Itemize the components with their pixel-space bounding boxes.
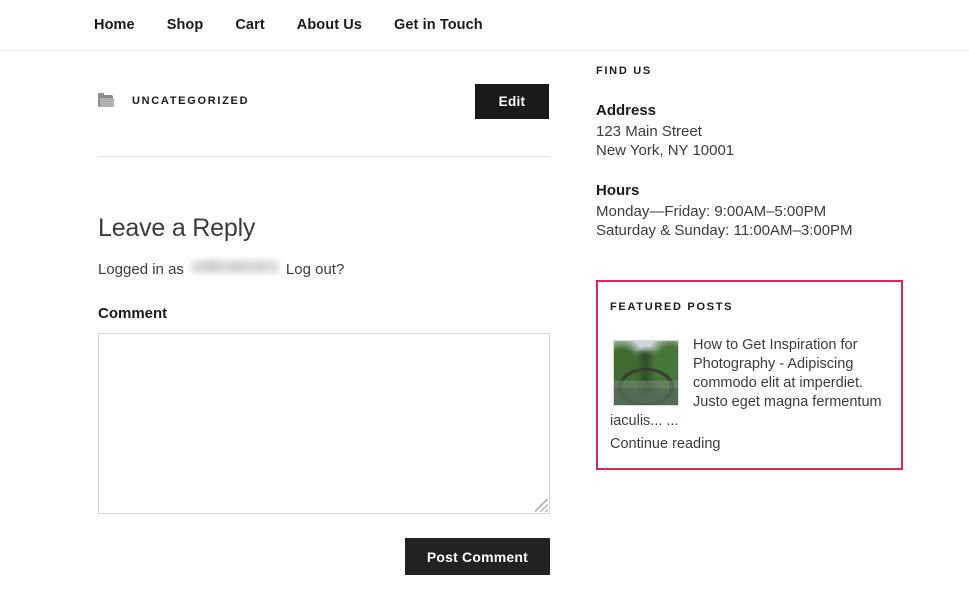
nav-item-home[interactable]: Home	[94, 17, 135, 33]
sidebar: FIND US Address 123 Main Street New York…	[585, 51, 969, 575]
address-line-1: 123 Main Street	[596, 123, 702, 140]
bridge-over-river-photo-thumbnail[interactable]	[613, 340, 679, 406]
comment-input[interactable]	[99, 334, 549, 513]
logged-in-prefix: Logged in as	[98, 261, 184, 278]
folder-icon	[98, 92, 114, 108]
log-out-link[interactable]: Log out?	[286, 261, 344, 278]
hours-line-weekday: Monday—Friday: 9:00AM–5:00PM	[596, 203, 827, 220]
nav-item-cart[interactable]: Cart	[235, 17, 264, 33]
widget-find-us: FIND US Address 123 Main Street New York…	[596, 65, 969, 240]
leave-a-reply-heading: Leave a Reply	[98, 214, 256, 242]
main-content: UNCATEGORIZED Edit Leave a Reply Logged …	[0, 51, 585, 575]
page-wrapper: UNCATEGORIZED Edit Leave a Reply Logged …	[0, 51, 969, 575]
hours-line-weekend: Saturday & Sunday: 11:00AM–3:00PM	[596, 222, 853, 239]
logged-in-as-row: Logged in as Log out?	[98, 260, 585, 278]
edit-button[interactable]: Edit	[475, 83, 549, 119]
nav-item-get-in-touch[interactable]: Get in Touch	[394, 17, 483, 33]
comment-submit-row: Post Comment	[98, 538, 550, 575]
featured-posts-heading: FEATURED POSTS	[610, 301, 734, 313]
continue-reading-link[interactable]: Continue reading	[610, 433, 883, 452]
category-link[interactable]: UNCATEGORIZED	[132, 95, 249, 107]
comment-textarea-wrapper	[98, 333, 550, 514]
featured-post-body: How to Get Inspiration for Photography -…	[610, 336, 883, 431]
address-line-2: New York, NY 10001	[596, 142, 735, 159]
hours-heading: Hours	[596, 182, 640, 199]
resize-handle-icon[interactable]	[535, 499, 548, 512]
nav-item-shop[interactable]: Shop	[167, 17, 204, 33]
nav-list: Home Shop Cart About Us Get in Touch	[94, 17, 515, 33]
find-us-heading: FIND US	[596, 65, 652, 77]
address-heading: Address	[596, 102, 657, 119]
hours-block: Hours Monday—Friday: 9:00AM–5:00PM Satur…	[596, 182, 969, 240]
comment-respond-section: Leave a Reply Logged in as Log out? Comm…	[98, 157, 585, 575]
category-group[interactable]: UNCATEGORIZED	[98, 92, 249, 108]
nav-item-about-us[interactable]: About Us	[297, 17, 362, 33]
widget-featured-posts: FEATURED POSTS How to Get Inspiration fo…	[596, 280, 903, 470]
featured-post-item[interactable]: How to Get Inspiration for Photography -…	[610, 336, 883, 452]
entry-footer: UNCATEGORIZED Edit	[98, 73, 585, 129]
comment-field-label: Comment	[98, 305, 168, 322]
site-navigation: Home Shop Cart About Us Get in Touch	[0, 0, 969, 51]
username-redacted[interactable]	[190, 260, 279, 273]
address-block: Address 123 Main Street New York, NY 100…	[596, 102, 969, 160]
post-comment-button[interactable]: Post Comment	[404, 538, 550, 575]
